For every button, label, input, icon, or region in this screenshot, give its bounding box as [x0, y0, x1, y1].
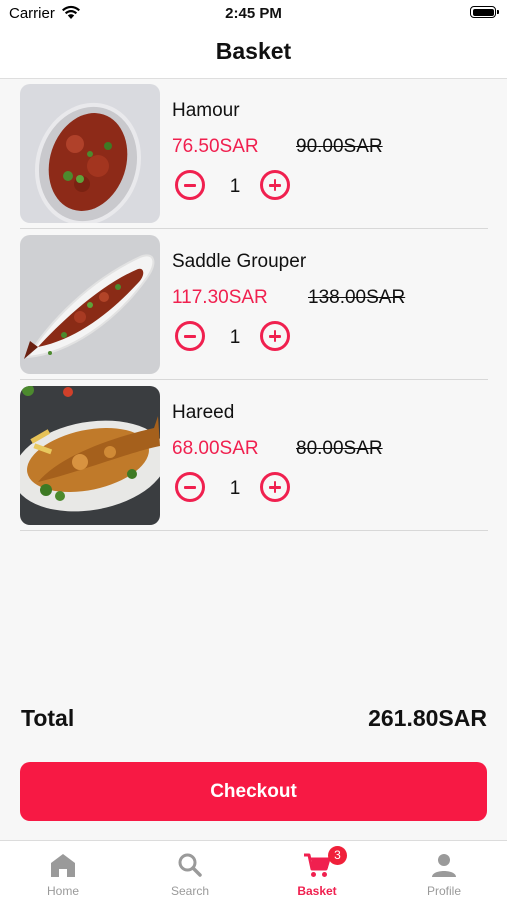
tab-label: Home	[46, 884, 79, 898]
decrease-quantity-button[interactable]	[175, 170, 205, 200]
item-name: Saddle Grouper	[172, 251, 307, 272]
item-name: Hamour	[172, 100, 240, 121]
status-time: 2:45 PM	[225, 5, 282, 22]
increase-quantity-button[interactable]	[260, 170, 290, 200]
total-label: Total	[21, 705, 75, 731]
item-price: 76.50SAR	[172, 136, 259, 157]
status-bar: Carrier 2:45 PM	[0, 0, 507, 30]
increase-quantity-button[interactable]	[260, 472, 290, 502]
item-old-price: 90.00SAR	[296, 136, 383, 157]
item-old-price: 138.00SAR	[308, 287, 406, 308]
tab-bar: Home Search 3 Basket Profile	[0, 840, 507, 901]
battery-icon	[470, 6, 499, 18]
item-quantity: 1	[229, 478, 241, 499]
basket-item: Hareed 68.00SAR 80.00SAR 1	[20, 382, 488, 531]
person-icon	[432, 854, 456, 877]
decrease-quantity-button[interactable]	[175, 472, 205, 502]
item-name: Hareed	[172, 402, 235, 423]
item-quantity: 1	[229, 176, 241, 197]
basket-item: Hamour 76.50SAR 90.00SAR 1	[20, 80, 488, 229]
saddle-grouper-dish-image	[20, 235, 160, 374]
home-icon	[51, 854, 75, 877]
item-quantity: 1	[229, 327, 241, 348]
increase-quantity-button[interactable]	[260, 321, 290, 351]
tab-label: Basket	[297, 884, 337, 898]
tab-profile[interactable]: Profile	[381, 841, 507, 901]
tab-home[interactable]: Home	[0, 841, 126, 901]
item-old-price: 80.00SAR	[296, 438, 383, 459]
search-icon	[178, 853, 202, 877]
hamour-dish-image	[20, 84, 160, 223]
tab-label: Search	[170, 884, 210, 898]
decrease-quantity-button[interactable]	[175, 321, 205, 351]
item-price: 68.00SAR	[172, 438, 259, 459]
basket-list: Hamour 76.50SAR 90.00SAR 1 Saddle Groupe…	[20, 80, 488, 533]
cart-badge: 3	[328, 846, 347, 865]
hareed-dish-image	[20, 386, 160, 525]
checkout-button[interactable]: Checkout	[20, 762, 487, 821]
total-value: 261.80SAR	[368, 705, 487, 731]
tab-search[interactable]: Search	[127, 841, 253, 901]
nav-header: Basket	[0, 30, 507, 79]
page-title: Basket	[215, 38, 292, 64]
tab-label: Profile	[426, 884, 461, 898]
item-price: 117.30SAR	[172, 287, 268, 308]
tab-basket[interactable]: 3 Basket	[254, 841, 380, 901]
basket-item: Saddle Grouper 117.30SAR 138.00SAR 1	[20, 231, 488, 380]
